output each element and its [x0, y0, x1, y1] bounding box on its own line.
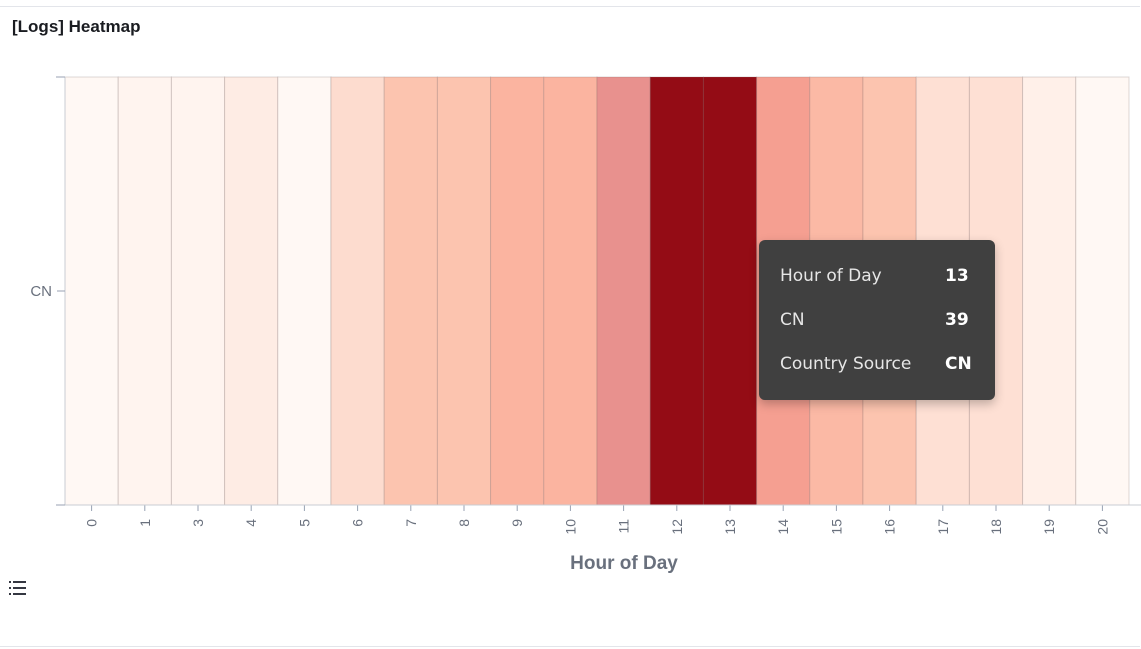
- tooltip-row: Country Source CN: [780, 354, 981, 378]
- x-tick-label: 13: [722, 519, 738, 535]
- x-tick-label: 19: [1041, 519, 1057, 535]
- heatmap-cell[interactable]: [543, 76, 598, 506]
- x-tick-label: 5: [296, 519, 312, 527]
- x-tick-label: 15: [828, 519, 844, 535]
- tooltip-value: 39: [945, 310, 969, 330]
- tooltip-label: Hour of Day: [780, 266, 882, 286]
- tooltip-value: 13: [945, 266, 969, 286]
- x-tick-label: 7: [403, 519, 419, 527]
- heatmap-cell[interactable]: [1075, 76, 1130, 506]
- x-tick-label: 4: [243, 519, 259, 527]
- x-tick-label: 9: [509, 519, 525, 527]
- x-tick-label: 17: [935, 519, 951, 535]
- heatmap-cell[interactable]: [490, 76, 545, 506]
- heatmap-cell[interactable]: [436, 76, 492, 506]
- heatmap-cell[interactable]: [649, 76, 704, 506]
- tooltip-label: Country Source: [780, 354, 912, 374]
- x-tick-label: 20: [1094, 519, 1110, 535]
- x-axis-title: Hour of Day: [570, 553, 678, 574]
- tooltip-value: CN: [945, 354, 972, 374]
- heatmap-cell[interactable]: [1022, 76, 1077, 506]
- x-tick-label: 8: [456, 519, 472, 527]
- chart-tooltip: Hour of Day 13 CN 39 Country Source CN: [759, 240, 995, 400]
- heatmap-cell[interactable]: [224, 76, 279, 506]
- x-tick-label: 12: [669, 519, 685, 535]
- tooltip-row: Hour of Day 13: [780, 266, 981, 290]
- x-tick-label: 18: [988, 519, 1004, 535]
- heatmap-cell[interactable]: [117, 76, 172, 506]
- x-tick-label: 6: [350, 519, 366, 527]
- x-tick-label: 0: [84, 519, 100, 527]
- x-tick-label: 16: [882, 519, 898, 535]
- heatmap-cell[interactable]: [383, 76, 438, 506]
- heatmap-cell[interactable]: [702, 76, 758, 506]
- list-icon: [9, 581, 26, 595]
- heatmap-cell[interactable]: [64, 76, 119, 506]
- y-axis: CN: [30, 76, 66, 506]
- tooltip-row: CN 39: [780, 310, 981, 334]
- x-tick-label: 14: [775, 519, 791, 535]
- tooltip-label: CN: [780, 310, 805, 330]
- heatmap-cell[interactable]: [277, 76, 332, 506]
- heatmap-cell[interactable]: [170, 76, 226, 506]
- x-tick-label: 10: [562, 519, 578, 535]
- y-tick-label: CN: [30, 283, 52, 300]
- heatmap-cell[interactable]: [596, 76, 651, 506]
- x-axis: 0 1 3 4 5 6 7 8 9 10 11 12 13 14 15 16 17 18 19 20: [65, 504, 1141, 535]
- x-tick-label: 3: [190, 519, 206, 527]
- legend-toggle-button[interactable]: [8, 578, 30, 598]
- heatmap-cell[interactable]: [330, 76, 385, 506]
- x-tick-label: 11: [616, 519, 632, 534]
- x-tick-label: 1: [137, 519, 153, 527]
